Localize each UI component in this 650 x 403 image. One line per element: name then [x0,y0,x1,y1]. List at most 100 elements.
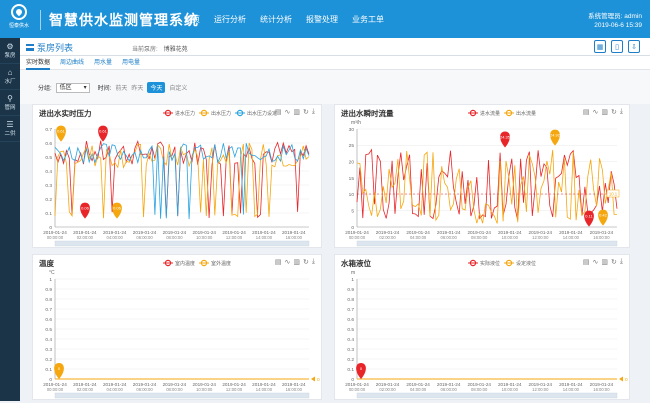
time-option-yesterday[interactable]: 昨天 [131,83,143,92]
data-view-icon[interactable]: ▤ [275,108,282,116]
line-switch-icon[interactable]: ∿ [285,258,291,266]
chart-title: 水箱液位 [341,259,371,268]
grid-view-icon[interactable]: ▦ [594,40,606,53]
chart-panel-flow: 进出水瞬时流量 ▤ ∿ ▥ ↻ ⤓ 进水流量 出水流量 m³/h 0 5 10 15 20 25 30 20… [334,104,630,248]
nav-run-analysis[interactable]: 运行分析 [214,14,246,25]
series-line [356,148,618,221]
refresh-icon[interactable]: ↻ [303,108,309,116]
nav-workorder[interactable]: 业务工单 [352,14,384,25]
series-line [54,142,310,219]
x-tick-time: 04:00:00 [410,235,427,240]
zoom-slider [54,240,310,247]
chart-toolbox: ▤ ∿ ▥ ↻ ⤓ [275,108,315,116]
y-axis-unit: m³/h [351,120,361,126]
sidebar-item-pumphouse[interactable]: ⚙ 泵房 [0,38,20,64]
chart-toolbox: ▤ ∿ ▥ ↻ ⤓ [583,108,623,116]
legend-label: 设定液位 [516,260,536,267]
tab-realtime[interactable]: 实时数据 [26,56,51,70]
sidebar-item-waterworks[interactable]: ⌂ 水厂 [0,64,20,90]
bar-switch-icon[interactable]: ▥ [293,258,300,266]
line-switch-icon[interactable]: ∿ [593,108,599,116]
save-image-icon[interactable]: ⤓ [312,108,315,116]
end-label: 0 [317,377,320,383]
nav-home[interactable]: 首页 [184,14,200,25]
value-marker: 0.61 [98,125,108,142]
y-tick-label: 0.3 [45,347,52,353]
time-option-today[interactable]: 今天 [147,82,166,93]
refresh-icon[interactable]: ↻ [303,258,309,266]
nav-statistics[interactable]: 统计分析 [260,14,292,25]
x-tick-time: 10:00:00 [502,235,519,240]
pump-list-toggle[interactable]: 泵房列表 [26,41,73,54]
value-marker: 0 [356,363,366,379]
legend-label: 室内温度 [175,260,195,267]
page-title: 泵房列表 [37,43,74,53]
line-switch-icon[interactable]: ∿ [285,108,291,116]
x-tick-time: 14:00:00 [256,235,273,240]
y-tick-label: 1 [351,277,354,283]
refresh-icon[interactable]: ↻ [611,108,617,116]
marker-label: 24.92 [550,133,561,138]
time-option-custom[interactable]: 自定义 [169,83,187,92]
bar-switch-icon[interactable]: ▥ [601,258,608,266]
sidebar-item-label: 泵房 [4,52,16,59]
datetime: 2019-06-6 15:39 [594,22,642,29]
x-tick-time: 00:00:00 [47,387,64,392]
x-tick-time: 10:00:00 [196,235,213,240]
x-tick-time: 08:00:00 [166,387,183,392]
y-tick-label: 0.1 [347,367,354,373]
sidebar-item-pipenet[interactable]: ⚲ 管网 [0,90,20,116]
x-tick-time: 14:00:00 [563,235,580,240]
chart-svg: 进水压力 出水压力 出水压力设定00.10.20.30.40.50.60.72019… [43,109,310,247]
legend-item: 出水压力设定 [235,109,277,117]
tab-water-usage[interactable]: 用水量 [94,56,112,70]
bar-switch-icon[interactable]: ▥ [293,108,300,116]
x-tick-time: 08:00:00 [471,235,488,240]
value-marker: 0.06 [80,202,90,219]
x-tick-time: 16:00:00 [593,235,610,240]
line-switch-icon[interactable]: ∿ [593,258,599,266]
y-tick-label: 0.2 [347,357,354,363]
line-end-arrow [311,376,315,382]
x-tick-time: 06:00:00 [136,235,153,240]
data-view-icon[interactable]: ▤ [583,108,590,116]
refresh-icon[interactable]: ↻ [611,258,617,266]
data-view-icon[interactable]: ▤ [275,258,282,266]
chart-panel-tank-level: 水箱液位 ▤ ∿ ▥ ↻ ⤓ 实际液位 设定液位 m 0 0.1 0.2 0.3 0.4 0.5 0.6 0… [334,254,630,400]
gear-icon: ⚙ [6,41,14,51]
y-tick-label: 10 [349,192,355,198]
save-image-icon[interactable]: ⤓ [620,108,623,116]
legend-label: 室外温度 [211,260,231,267]
y-tick-label: 0.6 [347,317,354,323]
y-tick-label: 0.5 [45,155,52,161]
y-tick-label: 0.5 [347,327,354,333]
y-tick-label: 30 [349,127,355,133]
tab-curve[interactable]: 周边曲线 [60,56,84,70]
zoom-slider [356,240,618,247]
sidebar-item-secondary[interactable]: ☰ 二供 [0,116,20,142]
time-label: 时间: [97,86,112,92]
download-icon[interactable]: ⇩ [628,40,640,53]
data-view-icon[interactable]: ▤ [583,258,590,266]
y-tick-label: 0.9 [347,287,354,293]
zone-select[interactable]: 低区 [55,82,90,93]
water-drop-icon [11,4,27,20]
breadcrumb: 当前泵房: 博雅花苑 [132,44,188,53]
device-icon[interactable]: ▯ [611,40,623,53]
sidebar: ⚙ 泵房 ⌂ 水厂 ⚲ 管网 ☰ 二供 [0,38,20,401]
y-tick-label: 25 [349,143,355,149]
x-tick-time: 06:00:00 [136,387,153,392]
save-image-icon[interactable]: ⤓ [312,258,315,266]
legend-item: 进水压力 [163,109,195,117]
bar-switch-icon[interactable]: ▥ [601,108,608,116]
tab-power-usage[interactable]: 用电量 [122,56,140,70]
sidebar-item-label: 二供 [4,130,16,137]
user-name[interactable]: 系统管理员: admin [588,12,642,21]
time-option-day-before[interactable]: 前天 [115,83,127,92]
nav-alarm[interactable]: 报警处理 [306,14,338,25]
app-title: 智慧供水监测管理系统 [40,10,199,30]
legend-item: 室内温度 [163,259,195,267]
save-image-icon[interactable]: ⤓ [620,258,623,266]
x-tick-time: 12:00:00 [532,235,549,240]
end-label: 0 [625,377,628,383]
